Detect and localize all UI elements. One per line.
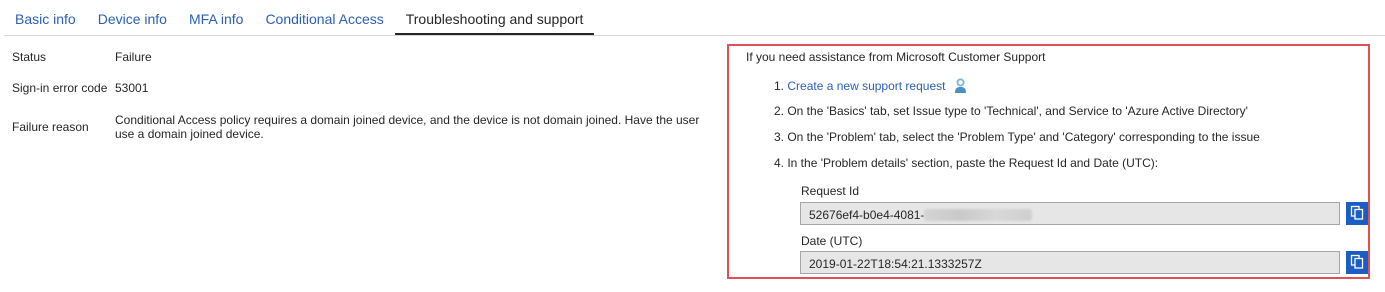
copy-date-button[interactable] (1346, 251, 1368, 274)
tab-bar: Basic info Device info MFA info Conditio… (4, 0, 1385, 36)
support-person-icon (954, 78, 967, 93)
support-title: If you need assistance from Microsoft Cu… (746, 50, 1046, 64)
support-step-4: 4. In the 'Problem details' section, pas… (774, 156, 1159, 170)
tab-troubleshooting-and-support[interactable]: Troubleshooting and support (394, 0, 595, 35)
failure-reason-value: Conditional Access policy requires a dom… (115, 113, 700, 141)
date-field[interactable]: 2019-01-22T18:54:21.1333257Z (800, 251, 1340, 274)
failure-reason-label: Failure reason (12, 120, 89, 134)
tab-device-info[interactable]: Device info (87, 0, 178, 35)
date-label: Date (UTC) (801, 234, 863, 248)
date-value: 2019-01-22T18:54:21.1333257Z (809, 257, 982, 271)
copy-icon (1350, 205, 1364, 223)
status-label: Status (12, 50, 47, 64)
status-value: Failure (115, 50, 152, 64)
create-support-request-link[interactable]: Create a new support request (787, 79, 945, 93)
redacted-blur (924, 209, 1033, 221)
request-id-field[interactable]: 52676ef4-b0e4-4081- (800, 202, 1340, 225)
copy-request-id-button[interactable] (1346, 202, 1368, 225)
copy-icon (1350, 254, 1364, 272)
tab-conditional-access[interactable]: Conditional Access (254, 0, 394, 35)
error-code-label: Sign-in error code (12, 81, 108, 95)
tab-basic-info[interactable]: Basic info (4, 0, 87, 35)
support-step-1: 1. Create a new support request (774, 78, 967, 93)
request-id-label: Request Id (801, 184, 860, 198)
error-code-value: 53001 (115, 81, 149, 95)
request-id-value: 52676ef4-b0e4-4081- (809, 208, 925, 222)
support-step-3: 3. On the 'Problem' tab, select the 'Pro… (774, 130, 1260, 144)
tab-mfa-info[interactable]: MFA info (178, 0, 254, 35)
step-1-number: 1. (774, 79, 785, 93)
support-step-2: 2. On the 'Basics' tab, set Issue type t… (774, 104, 1248, 118)
